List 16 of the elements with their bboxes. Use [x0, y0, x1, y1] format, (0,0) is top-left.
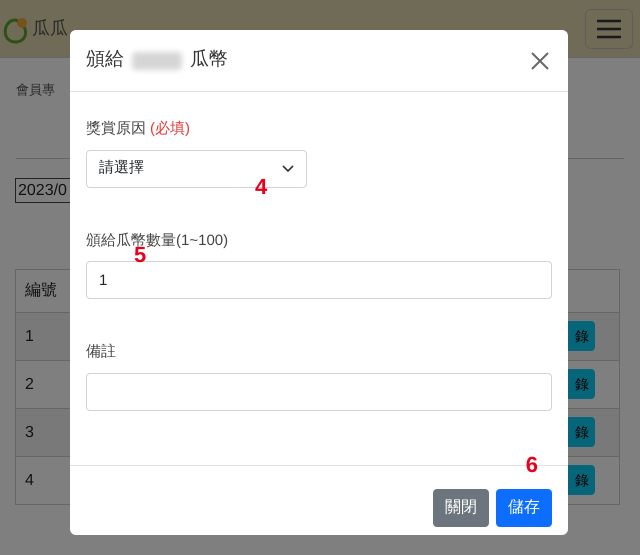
menu-button[interactable]	[585, 8, 633, 48]
field-label: 獎賞原因	[86, 119, 146, 139]
input-field[interactable]	[86, 372, 552, 410]
chevron-down-icon	[282, 164, 294, 172]
required-note: (必填)	[150, 119, 190, 139]
close-icon	[531, 52, 549, 70]
dialog-title: 瓜幣	[190, 48, 228, 72]
field-label: 備註	[86, 342, 116, 362]
logo-text: 瓜瓜	[32, 17, 68, 40]
save-button[interactable]: 儲存	[496, 488, 552, 526]
close-button[interactable]: 關閉	[433, 488, 489, 526]
input-field[interactable]: 1	[86, 261, 552, 299]
redacted-name	[132, 52, 182, 70]
annotation-number: 6	[526, 454, 538, 476]
dialog-title: 頒給	[86, 48, 124, 72]
menu-icon	[597, 18, 621, 38]
